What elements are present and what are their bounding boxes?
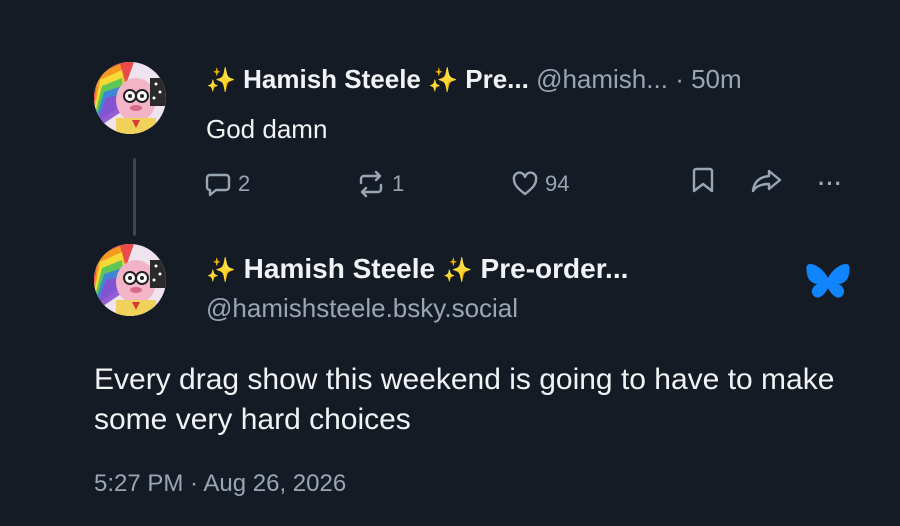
share-icon: [751, 169, 782, 193]
repost-button[interactable]: 1: [356, 166, 404, 202]
more-button[interactable]: ···: [818, 166, 843, 202]
repost-icon: [359, 170, 383, 198]
like-count: 94: [545, 171, 570, 196]
thread-view: ✨ Hamish Steele ✨ Pre... @hamish... · 50…: [0, 0, 900, 526]
sparkle-icon: ✨: [442, 257, 473, 284]
post-text: Every drag show this weekend is going to…: [94, 363, 835, 436]
reply-display-name[interactable]: Hamish Steele: [243, 64, 421, 94]
more-icon: ···: [818, 171, 843, 196]
separator-dot: ·: [675, 64, 684, 94]
post-handle[interactable]: @hamishsteele.bsky.social: [206, 291, 518, 325]
speech-bubble-icon: [205, 173, 231, 197]
repost-count: 1: [392, 171, 405, 196]
reply-text: God damn: [206, 114, 328, 144]
reply-header: ✨ Hamish Steele ✨ Pre... @hamish... · 50…: [206, 62, 742, 98]
like-button[interactable]: 94: [511, 166, 569, 202]
reply-action-bar: 2 1 94 ···: [0, 166, 900, 202]
reply-handle[interactable]: @hamish...: [536, 64, 668, 94]
reply-button[interactable]: 2: [204, 166, 250, 202]
butterfly-icon: [806, 262, 850, 307]
heart-icon: [512, 171, 538, 196]
post-timestamp[interactable]: 5:27 PM · Aug 26, 2026: [94, 468, 346, 500]
share-button[interactable]: [750, 166, 784, 194]
sparkle-icon: ✨: [428, 67, 458, 94]
sparkle-icon: ✨: [206, 67, 236, 94]
avatar-illustration: [94, 62, 166, 134]
post-display-name: Hamish Steele: [243, 253, 436, 284]
reply-count: 2: [238, 171, 251, 196]
reply-avatar[interactable]: [94, 62, 166, 134]
bookmark-icon: [692, 167, 714, 193]
sparkle-icon: ✨: [206, 257, 236, 284]
reply-name-suffix[interactable]: Pre...: [465, 64, 529, 94]
bookmark-button[interactable]: [690, 166, 716, 194]
post-display-name-row[interactable]: ✨ Hamish Steele ✨ Pre-order...: [206, 251, 628, 289]
avatar-illustration: [94, 244, 166, 316]
post-name-suffix: Pre-order...: [480, 253, 629, 284]
post-avatar[interactable]: [94, 244, 166, 316]
reply-time-ago[interactable]: 50m: [691, 64, 742, 94]
